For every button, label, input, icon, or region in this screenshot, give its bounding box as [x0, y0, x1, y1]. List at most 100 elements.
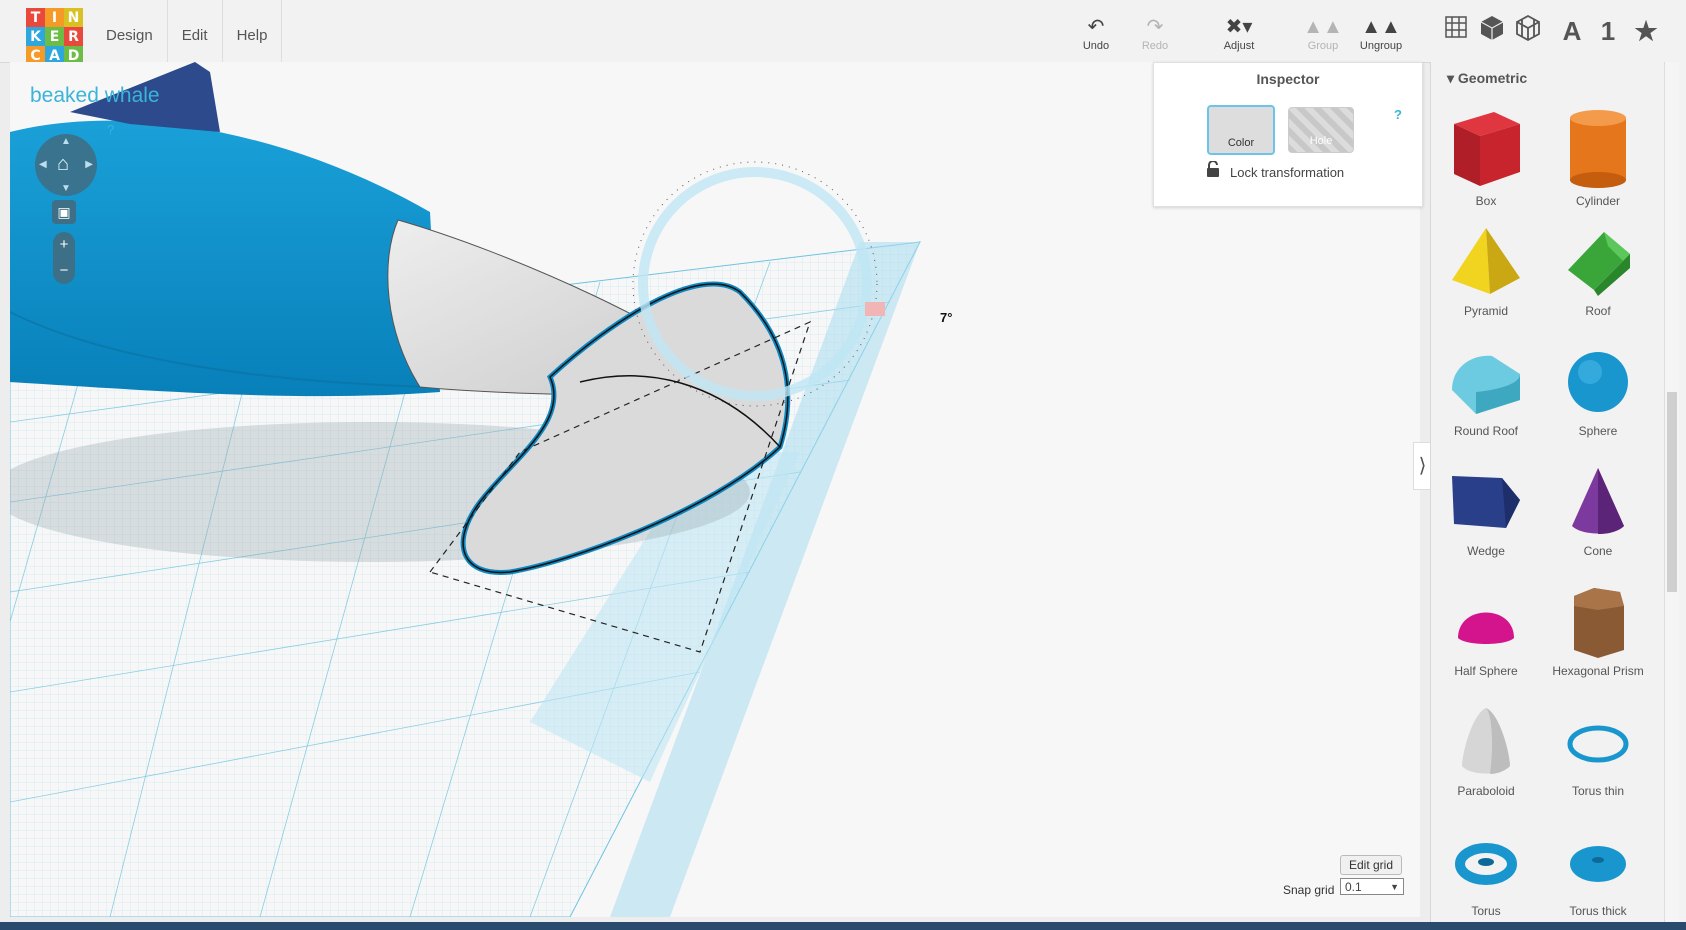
group-icon: ▲▲ — [1303, 16, 1343, 38]
orbit-left-icon[interactable]: ◀ — [39, 159, 47, 170]
shape-box[interactable]: Box — [1431, 104, 1541, 208]
edit-grid-button[interactable]: Edit grid — [1340, 855, 1403, 875]
view-navigation-cube[interactable]: ▲ ▼ ◀ ▶ ⌂ — [35, 134, 97, 196]
perspective-toggle-icon[interactable]: ▣ — [52, 200, 76, 224]
text-icon[interactable]: A — [1556, 14, 1588, 48]
undo-label: Undo — [1082, 40, 1110, 52]
logo-letter: E — [45, 27, 64, 46]
shape-label: Torus thick — [1569, 904, 1627, 918]
undo-icon: ↶ — [1087, 16, 1105, 38]
inspector-help-icon[interactable]: ? — [1394, 107, 1402, 122]
tinkercad-logo[interactable]: T I N K E R C A D — [26, 8, 83, 65]
chevron-down-icon: ▼ — [1390, 882, 1399, 892]
shape-torus-thick[interactable]: Torus thick — [1543, 824, 1653, 918]
redo-icon: ↷ — [1146, 16, 1164, 38]
box-icon[interactable] — [1476, 14, 1508, 48]
shape-torus[interactable]: Torus — [1431, 824, 1541, 918]
adjust-button[interactable]: ✖▾ Adjust — [1209, 14, 1269, 52]
home-view-icon[interactable]: ⌂ — [57, 153, 69, 176]
shape-label: Roof — [1585, 304, 1611, 318]
ungroup-button[interactable]: ▲▲ Ungroup — [1351, 14, 1411, 52]
design-title[interactable]: beaked whale — [30, 84, 160, 108]
group-label: Group — [1307, 40, 1339, 52]
scrollbar-thumb[interactable] — [1667, 392, 1677, 592]
ungroup-label: Ungroup — [1359, 40, 1403, 52]
top-bar: T I N K E R C A D Design Edit Help ↶ Und… — [0, 0, 1686, 65]
zoom-out-icon[interactable]: − — [53, 258, 75, 284]
shape-label: Pyramid — [1463, 304, 1508, 318]
shape-hexagonal-prism[interactable]: Hexagonal Prism — [1543, 584, 1653, 678]
logo-letter: K — [26, 27, 45, 46]
orbit-right-icon[interactable]: ▶ — [85, 159, 93, 170]
sidebar-scrollbar[interactable] — [1664, 62, 1679, 922]
shape-wedge[interactable]: Wedge — [1431, 464, 1541, 558]
hole-label: Hole — [1309, 135, 1333, 147]
snap-grid-label: Snap grid — [1283, 883, 1335, 897]
lock-transformation-toggle[interactable]: Lock transformation — [1206, 160, 1345, 180]
menu-design[interactable]: Design — [92, 0, 168, 62]
shapes-category-header[interactable]: ▾ Geometric — [1447, 70, 1527, 87]
grid-icon[interactable] — [1440, 14, 1472, 48]
color-label: Color — [1227, 137, 1255, 149]
adjust-label: Adjust — [1223, 40, 1255, 52]
main-menu: Design Edit Help — [92, 0, 283, 62]
logo-letter: R — [64, 27, 83, 46]
orbit-up-icon[interactable]: ▲ — [61, 136, 71, 147]
torus-thin-shape-icon — [1567, 725, 1629, 763]
snap-grid-value: 0.1 — [1345, 880, 1362, 894]
redo-button[interactable]: ↷ Redo — [1125, 14, 1185, 52]
shape-label: Half Sphere — [1454, 664, 1518, 678]
hexagonal-prism-shape-icon — [1574, 588, 1624, 658]
hole-button[interactable]: Hole — [1288, 107, 1354, 153]
cone-shape-icon — [1572, 468, 1624, 534]
logo-letter: N — [64, 8, 83, 27]
shape-label: Hexagonal Prism — [1552, 664, 1644, 678]
shape-sphere[interactable]: Sphere — [1543, 344, 1653, 438]
wireframe-box-icon[interactable] — [1512, 14, 1544, 48]
zoom-in-icon[interactable]: + — [53, 232, 75, 258]
shape-label: Box — [1475, 194, 1497, 208]
os-taskbar — [0, 922, 1686, 930]
paraboloid-shape-icon — [1462, 708, 1510, 774]
sphere-shape-icon — [1568, 352, 1628, 412]
rotation-indicator — [865, 302, 885, 316]
lock-icon — [1206, 160, 1220, 180]
menu-edit[interactable]: Edit — [168, 0, 223, 62]
color-button[interactable]: Color — [1207, 105, 1275, 155]
orbit-down-icon[interactable]: ▼ — [61, 183, 71, 194]
shape-label: Torus thin — [1571, 784, 1625, 798]
shape-pyramid[interactable]: Pyramid — [1431, 224, 1541, 318]
redo-label: Redo — [1141, 40, 1169, 52]
shape-cone[interactable]: Cone — [1543, 464, 1653, 558]
box-shape-icon — [1454, 112, 1520, 186]
roof-shape-icon — [1568, 232, 1630, 296]
group-button[interactable]: ▲▲ Group — [1293, 14, 1353, 52]
number-icon[interactable]: 1 — [1592, 14, 1624, 48]
torus-thick-shape-icon — [1570, 846, 1626, 882]
shape-cylinder[interactable]: Cylinder — [1543, 104, 1653, 208]
shape-label: Sphere — [1578, 424, 1618, 438]
whale-body-shape[interactable] — [10, 62, 440, 397]
shape-half-sphere[interactable]: Half Sphere — [1431, 584, 1541, 678]
shape-label: Cone — [1583, 544, 1613, 558]
shape-round-roof[interactable]: Round Roof — [1431, 344, 1541, 438]
logo-letter: T — [26, 8, 45, 27]
shape-label: Paraboloid — [1457, 784, 1515, 798]
lock-label: Lock transformation — [1230, 165, 1345, 180]
pyramid-shape-icon — [1452, 228, 1520, 294]
half-sphere-shape-icon — [1458, 612, 1514, 644]
ungroup-icon: ▲▲ — [1361, 16, 1401, 38]
shape-label: Round Roof — [1453, 424, 1519, 438]
snap-grid-select[interactable]: 0.1 ▼ — [1340, 878, 1404, 895]
shape-torus-thin[interactable]: Torus thin — [1543, 704, 1653, 798]
menu-help[interactable]: Help — [223, 0, 283, 62]
star-icon[interactable]: ★ — [1630, 14, 1662, 48]
undo-button[interactable]: ↶ Undo — [1066, 14, 1126, 52]
shape-roof[interactable]: Roof — [1543, 224, 1653, 318]
logo-letter: I — [45, 8, 64, 27]
adjust-icon: ✖▾ — [1225, 16, 1253, 38]
help-icon[interactable]: ? — [107, 122, 114, 137]
inspector-panel: Inspector Color Hole ? Lock transformati… — [1153, 62, 1423, 207]
inspector-title: Inspector — [1256, 71, 1320, 87]
shape-paraboloid[interactable]: Paraboloid — [1431, 704, 1541, 798]
